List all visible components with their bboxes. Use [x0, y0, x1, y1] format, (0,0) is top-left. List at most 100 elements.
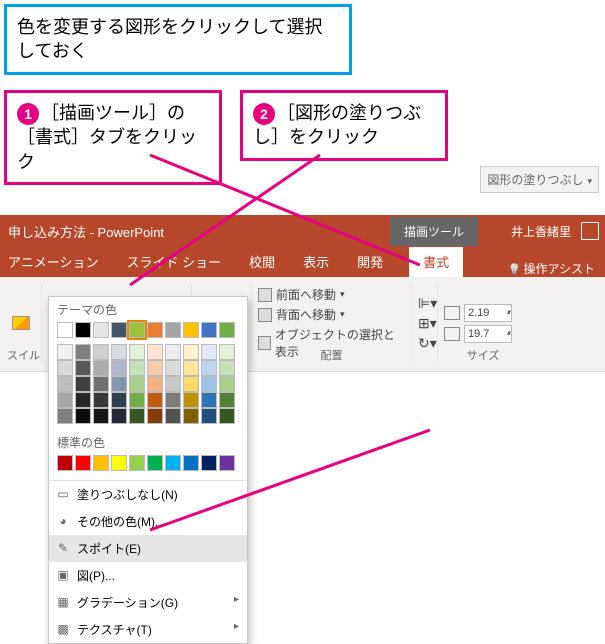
color-swatch[interactable] — [111, 376, 127, 392]
color-swatch[interactable] — [201, 376, 217, 392]
gradient-fill-item[interactable]: ▦グラデーション(G) — [49, 589, 247, 616]
color-swatch[interactable] — [57, 392, 73, 408]
color-swatch[interactable] — [219, 408, 235, 424]
standard-colors-label: 標準の色 — [49, 430, 247, 455]
color-swatch[interactable] — [93, 322, 109, 338]
color-swatch[interactable] — [111, 455, 127, 471]
color-swatch[interactable] — [201, 455, 217, 471]
color-swatch[interactable] — [165, 376, 181, 392]
color-swatch[interactable] — [165, 344, 181, 360]
color-swatch[interactable] — [111, 360, 127, 376]
send-backward-button[interactable]: 背面へ移動 ▾ — [258, 306, 405, 323]
color-swatch[interactable] — [165, 408, 181, 424]
contextual-tab-label: 描画ツール — [390, 217, 478, 246]
color-swatch[interactable] — [165, 360, 181, 376]
tab-review[interactable]: 校閲 — [247, 246, 277, 277]
color-swatch[interactable] — [147, 392, 163, 408]
color-swatch[interactable] — [219, 392, 235, 408]
color-swatch[interactable] — [75, 376, 91, 392]
eyedropper-item[interactable]: ✎スポイト(E) — [49, 535, 247, 562]
color-swatch[interactable] — [183, 376, 199, 392]
color-swatch[interactable] — [165, 322, 181, 338]
color-swatch[interactable] — [219, 322, 235, 338]
color-swatch[interactable] — [93, 376, 109, 392]
color-swatch[interactable] — [165, 392, 181, 408]
color-swatch[interactable] — [147, 344, 163, 360]
color-swatch[interactable] — [57, 455, 73, 471]
tab-animation[interactable]: アニメーション — [6, 246, 100, 277]
callout-step2: 2［図形の塗りつぶし］をクリック — [240, 90, 448, 161]
color-swatch[interactable] — [129, 344, 145, 360]
more-colors-item[interactable]: ◕その他の色(M)... — [49, 508, 247, 535]
tab-developer[interactable]: 開発 — [355, 246, 385, 277]
callout-preselect: 色を変更する図形をクリックして選択しておく — [4, 4, 352, 75]
tell-me-assist[interactable]: 操作アシスト — [508, 260, 595, 277]
color-swatch[interactable] — [147, 408, 163, 424]
shape-height-field[interactable]: 2.19 — [444, 304, 522, 322]
color-swatch[interactable] — [147, 322, 163, 338]
color-swatch[interactable] — [129, 322, 145, 338]
color-swatch[interactable] — [183, 408, 199, 424]
color-swatch[interactable] — [129, 392, 145, 408]
color-swatch[interactable] — [219, 360, 235, 376]
color-swatch[interactable] — [129, 360, 145, 376]
color-swatch[interactable] — [201, 392, 217, 408]
color-swatch[interactable] — [219, 455, 235, 471]
color-swatch[interactable] — [183, 344, 199, 360]
color-swatch[interactable] — [201, 360, 217, 376]
color-swatch[interactable] — [111, 408, 127, 424]
color-swatch[interactable] — [147, 376, 163, 392]
tab-slideshow[interactable]: スライド ショー — [124, 246, 223, 277]
color-swatch[interactable] — [75, 344, 91, 360]
width-icon — [444, 327, 460, 341]
shape-styles-gallery[interactable] — [12, 316, 30, 330]
color-swatch[interactable] — [183, 392, 199, 408]
bring-forward-button[interactable]: 前面へ移動 ▾ — [258, 286, 405, 303]
color-swatch[interactable] — [75, 322, 91, 338]
color-swatch[interactable] — [147, 360, 163, 376]
color-swatch[interactable] — [183, 360, 199, 376]
texture-fill-item[interactable]: ▩テクスチャ(T) — [49, 616, 247, 643]
shape-width-field[interactable]: 19.7 — [444, 325, 522, 343]
color-swatch[interactable] — [129, 408, 145, 424]
color-swatch[interactable] — [93, 360, 109, 376]
group-objects-button[interactable]: ⊞▾ — [418, 315, 431, 332]
color-swatch[interactable] — [111, 322, 127, 338]
color-swatch[interactable] — [57, 360, 73, 376]
tab-format[interactable]: 書式 — [409, 246, 463, 277]
color-swatch[interactable] — [75, 408, 91, 424]
rotate-button[interactable]: ↻▾ — [418, 335, 431, 352]
align-button[interactable]: ⊫▾ — [418, 295, 431, 312]
color-swatch[interactable] — [129, 376, 145, 392]
ribbon-display-options-icon[interactable] — [581, 222, 599, 240]
color-swatch[interactable] — [93, 408, 109, 424]
color-swatch[interactable] — [57, 344, 73, 360]
color-swatch[interactable] — [183, 322, 199, 338]
color-swatch[interactable] — [93, 455, 109, 471]
color-swatch[interactable] — [201, 322, 217, 338]
color-swatch[interactable] — [111, 392, 127, 408]
color-swatch[interactable] — [129, 455, 145, 471]
color-swatch[interactable] — [111, 344, 127, 360]
shape-fill-floating-button[interactable]: 図形の塗りつぶし — [480, 166, 599, 193]
color-swatch[interactable] — [201, 344, 217, 360]
color-swatch[interactable] — [75, 360, 91, 376]
color-swatch[interactable] — [93, 344, 109, 360]
color-swatch[interactable] — [75, 392, 91, 408]
color-swatch[interactable] — [75, 455, 91, 471]
no-fill-item[interactable]: ▭塗りつぶしなし(N) — [49, 481, 247, 508]
color-swatch[interactable] — [57, 408, 73, 424]
color-swatch[interactable] — [219, 376, 235, 392]
color-swatch[interactable] — [201, 408, 217, 424]
picture-fill-item[interactable]: ▣図(P)... — [49, 562, 247, 589]
no-fill-icon: ▭ — [55, 486, 71, 502]
color-swatch[interactable] — [147, 455, 163, 471]
color-swatch[interactable] — [219, 344, 235, 360]
color-swatch[interactable] — [57, 376, 73, 392]
color-swatch[interactable] — [93, 392, 109, 408]
color-swatch[interactable] — [165, 455, 181, 471]
tab-view[interactable]: 表示 — [301, 246, 331, 277]
theme-colors-row — [49, 322, 247, 344]
color-swatch[interactable] — [183, 455, 199, 471]
color-swatch[interactable] — [57, 322, 73, 338]
